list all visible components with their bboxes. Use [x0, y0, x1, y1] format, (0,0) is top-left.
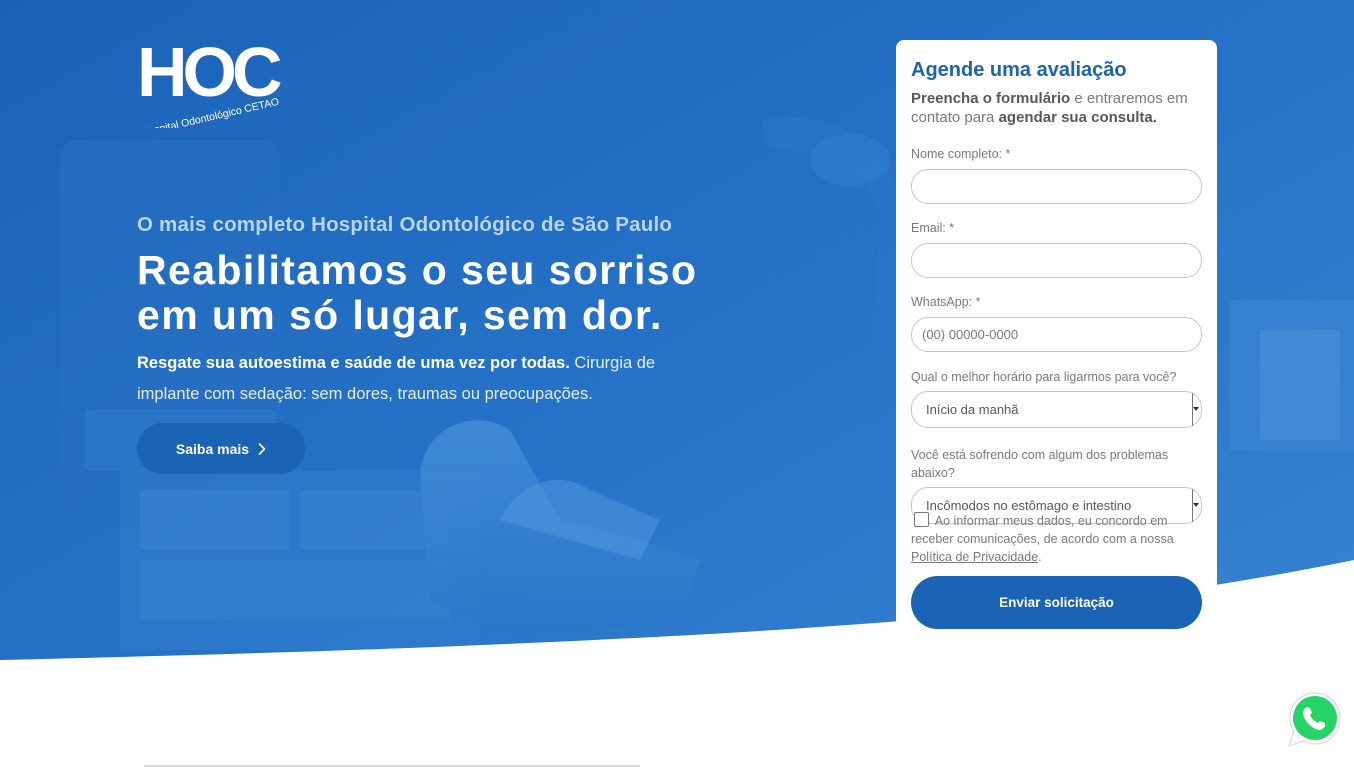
consent-text: Ao informar meus dados, eu concordo em r…: [911, 514, 1174, 546]
saiba-mais-button[interactable]: Saiba mais: [137, 423, 305, 474]
name-input[interactable]: [911, 169, 1202, 204]
submit-button[interactable]: Enviar solicitação: [911, 576, 1202, 629]
consent-block: Ao informar meus dados, eu concordo em r…: [911, 512, 1203, 566]
hero-headline-line1: Reabilitamos o seu sorriso: [137, 247, 698, 293]
whatsapp-icon: [1288, 692, 1341, 747]
time-select-value: Início da manhã: [926, 402, 1019, 417]
saiba-mais-label: Saiba mais: [175, 440, 250, 457]
whatsapp-input[interactable]: [911, 317, 1202, 352]
chevron-down-icon: [1193, 503, 1199, 507]
form-intro-strong2: agendar sua consulta.: [998, 109, 1157, 126]
form-intro: Preencha o formulário e entraremos em co…: [911, 89, 1202, 127]
time-select[interactable]: Início da manhã: [911, 391, 1202, 428]
chevron-down-icon: [1193, 407, 1199, 411]
form-intro-strong1: Preencha o formulário: [911, 90, 1071, 107]
appointment-form: Agende uma avaliação Preencha o formulár…: [896, 40, 1217, 652]
hero-headline-line2: em um só lugar, sem dor.: [137, 292, 663, 338]
problem-label: Você está sofrendo com algum dos problem…: [911, 448, 1169, 480]
hero-lead: Resgate sua autoestima e saúde de uma ve…: [137, 348, 707, 410]
hero-lead-strong: Resgate sua autoestima e saúde de uma ve…: [137, 354, 570, 372]
landing-page: HOC Hospital Odontológico CETAO O mais c…: [0, 0, 1354, 767]
whatsapp-float-button[interactable]: [1286, 690, 1344, 748]
name-field-group: Nome completo: *: [911, 145, 1202, 204]
whatsapp-label: WhatsApp: *: [911, 295, 981, 309]
email-label: Email: *: [911, 221, 955, 235]
hero-headline: Reabilitamos o seu sorriso em um só luga…: [137, 248, 837, 338]
time-field-group: Qual o melhor horário para ligarmos para…: [911, 368, 1202, 428]
chevron-right-icon: [258, 442, 266, 455]
hoc-logo[interactable]: HOC Hospital Odontológico CETAO: [137, 38, 289, 128]
name-label: Nome completo: *: [911, 147, 1011, 161]
email-field-group: Email: *: [911, 219, 1202, 278]
problem-select-value: Incômodos no estômago e intestino: [926, 498, 1132, 513]
privacy-policy-link[interactable]: Política de Privacidade: [911, 550, 1038, 564]
email-input[interactable]: [911, 243, 1202, 278]
whatsapp-field-group: WhatsApp: *: [911, 293, 1202, 352]
time-label: Qual o melhor horário para ligarmos para…: [911, 370, 1177, 384]
form-title: Agende uma avaliação: [911, 59, 1127, 81]
consent-checkbox[interactable]: [914, 512, 929, 527]
consent-end: .: [1038, 550, 1042, 564]
hero-kicker: O mais completo Hospital Odontológico de…: [137, 213, 673, 236]
